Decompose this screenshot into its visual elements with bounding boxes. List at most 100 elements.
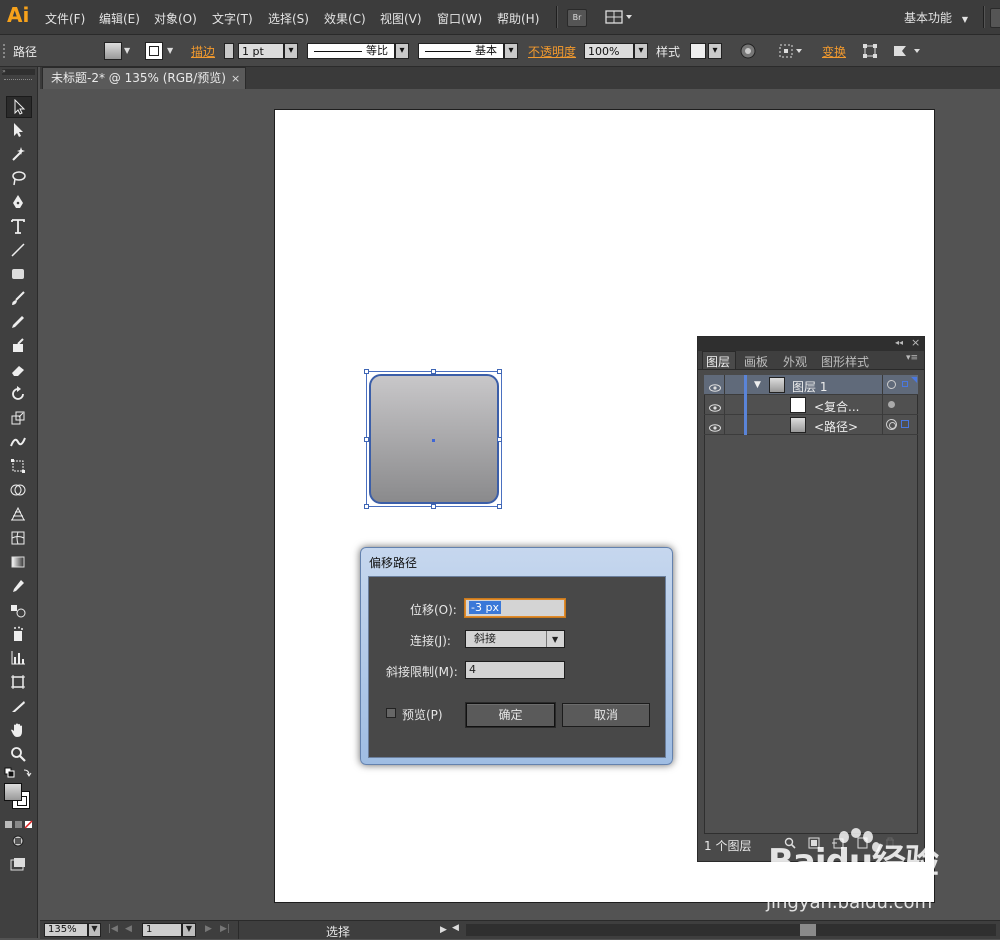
zoom-dropdown[interactable]: ▼	[88, 923, 101, 937]
width-tool[interactable]	[6, 432, 30, 452]
resize-handle[interactable]	[497, 504, 502, 509]
layer-row[interactable]: <复合...	[704, 395, 918, 415]
lasso-tool[interactable]	[6, 168, 30, 188]
opacity-dropdown[interactable]: ▾	[634, 43, 648, 59]
joins-select[interactable]: 斜接 ▼	[465, 630, 565, 648]
visibility-eye-icon[interactable]	[709, 401, 721, 415]
target-circle-icon[interactable]	[887, 380, 896, 389]
layer-name[interactable]: <路径>	[814, 418, 858, 435]
last-artboard-icon[interactable]: ▶|	[220, 924, 230, 934]
rectangle-tool[interactable]	[6, 264, 30, 284]
layer-row[interactable]: <路径>	[704, 415, 918, 435]
workspace-switcher[interactable]: 基本功能 ▼	[904, 9, 968, 26]
visibility-eye-icon[interactable]	[709, 421, 721, 435]
transform-panel-link[interactable]: 变换	[822, 43, 846, 60]
isolate-button[interactable]	[892, 43, 924, 59]
profile-dropdown[interactable]: ▾	[395, 43, 409, 59]
arrange-documents-button[interactable]	[605, 9, 633, 25]
swap-defaults-controls[interactable]	[4, 767, 32, 779]
eraser-tool[interactable]	[6, 360, 30, 380]
paintbrush-tool[interactable]	[6, 288, 30, 308]
next-artboard-icon[interactable]: ▶	[205, 924, 212, 934]
artboard-dropdown[interactable]: ▼	[182, 923, 196, 937]
resize-handle[interactable]	[364, 504, 369, 509]
preview-checkbox[interactable]	[386, 708, 396, 718]
menu-file[interactable]: 文件(F)	[45, 10, 85, 27]
resize-handle[interactable]	[431, 504, 436, 509]
resize-handle[interactable]	[497, 369, 502, 374]
line-segment-tool[interactable]	[6, 240, 30, 260]
type-tool[interactable]	[6, 216, 30, 236]
collapse-panel-icon[interactable]: ◂◂	[895, 338, 903, 347]
expand-triangle-icon[interactable]: ▼	[754, 380, 761, 390]
first-artboard-icon[interactable]: |◀	[108, 924, 118, 934]
symbol-sprayer-tool[interactable]	[6, 624, 30, 644]
ok-button[interactable]: 确定	[466, 703, 555, 727]
menu-view[interactable]: 视图(V)	[380, 10, 422, 27]
tab-graphic-styles[interactable]: 图形样式	[821, 353, 869, 370]
drawing-mode-button[interactable]	[10, 835, 26, 847]
menu-effect[interactable]: 效果(C)	[324, 10, 366, 27]
zoom-tool[interactable]	[6, 744, 30, 764]
target-double-circle-icon[interactable]	[886, 419, 897, 430]
direct-selection-tool[interactable]	[6, 120, 30, 140]
search-help-field[interactable]	[990, 8, 1000, 28]
recolor-artwork-button[interactable]	[740, 43, 756, 59]
target-circle-icon[interactable]	[888, 401, 895, 408]
column-graph-tool[interactable]	[6, 648, 30, 668]
resize-handle[interactable]	[497, 437, 502, 442]
resize-handle[interactable]	[364, 437, 369, 442]
menu-window[interactable]: 窗口(W)	[437, 10, 482, 27]
tab-appearance[interactable]: 外观	[783, 353, 807, 370]
style-dropdown[interactable]: ▾	[708, 43, 722, 59]
graphic-style-swatch[interactable]	[690, 43, 706, 59]
magic-wand-tool[interactable]	[6, 144, 30, 164]
brush-dropdown[interactable]: ▾	[504, 43, 518, 59]
color-mode-buttons[interactable]	[5, 819, 33, 829]
pencil-tool[interactable]	[6, 312, 30, 332]
tab-artboards[interactable]: 画板	[744, 353, 768, 370]
mesh-tool[interactable]	[6, 528, 30, 548]
prev-artboard-icon[interactable]: ◀	[125, 924, 132, 934]
slice-tool[interactable]	[6, 696, 30, 716]
rotate-tool[interactable]	[6, 384, 30, 404]
horizontal-scrollbar[interactable]	[466, 924, 996, 936]
layer-name[interactable]: <复合...	[814, 398, 860, 415]
variable-width-profile[interactable]: 等比	[307, 43, 395, 59]
menu-type[interactable]: 文字(T)	[212, 10, 253, 27]
transform-again-button[interactable]	[862, 43, 878, 59]
artboard-index-field[interactable]: 1	[142, 923, 182, 937]
miter-limit-input[interactable]: 4	[465, 661, 565, 679]
offset-input[interactable]: -3 px	[465, 599, 565, 617]
gradient-tool[interactable]	[6, 552, 30, 572]
visibility-eye-icon[interactable]	[709, 381, 721, 395]
menu-select[interactable]: 选择(S)	[268, 10, 309, 27]
close-icon[interactable]: ×	[231, 68, 240, 89]
stroke-swatch-button[interactable]: ▼	[145, 42, 177, 60]
free-transform-tool[interactable]	[6, 456, 30, 476]
status-menu-arrow-icon[interactable]: ▶	[440, 925, 447, 935]
screen-mode-button[interactable]	[10, 857, 26, 871]
eyedropper-tool[interactable]	[6, 576, 30, 596]
hand-tool[interactable]	[6, 720, 30, 740]
shape-builder-tool[interactable]	[6, 480, 30, 500]
brush-definition[interactable]: 基本	[418, 43, 504, 59]
fill-swatch-button[interactable]: ▼	[104, 42, 134, 60]
close-icon[interactable]: ×	[911, 336, 920, 349]
zoom-level-field[interactable]: 135%	[44, 923, 88, 937]
fill-stroke-swatches[interactable]	[4, 783, 32, 811]
scroll-left-icon[interactable]: ◀	[452, 923, 464, 937]
tab-layers[interactable]: 图层	[706, 353, 730, 370]
fill-color-swatch[interactable]	[4, 783, 22, 801]
resize-handle[interactable]	[364, 369, 369, 374]
scale-tool[interactable]	[6, 408, 30, 428]
scrollbar-thumb[interactable]	[800, 924, 816, 936]
layer-row[interactable]: ▼ 图层 1 ◥	[704, 375, 918, 395]
panel-collapse-icon[interactable]: »	[2, 69, 35, 75]
stroke-weight-stepper[interactable]	[224, 43, 234, 59]
panel-menu-icon[interactable]: ▾≡	[906, 353, 918, 363]
menu-help[interactable]: 帮助(H)	[497, 10, 539, 27]
pen-tool[interactable]	[6, 192, 30, 212]
selection-indicator-icon[interactable]	[902, 381, 908, 387]
layer-name[interactable]: 图层 1	[792, 378, 827, 395]
